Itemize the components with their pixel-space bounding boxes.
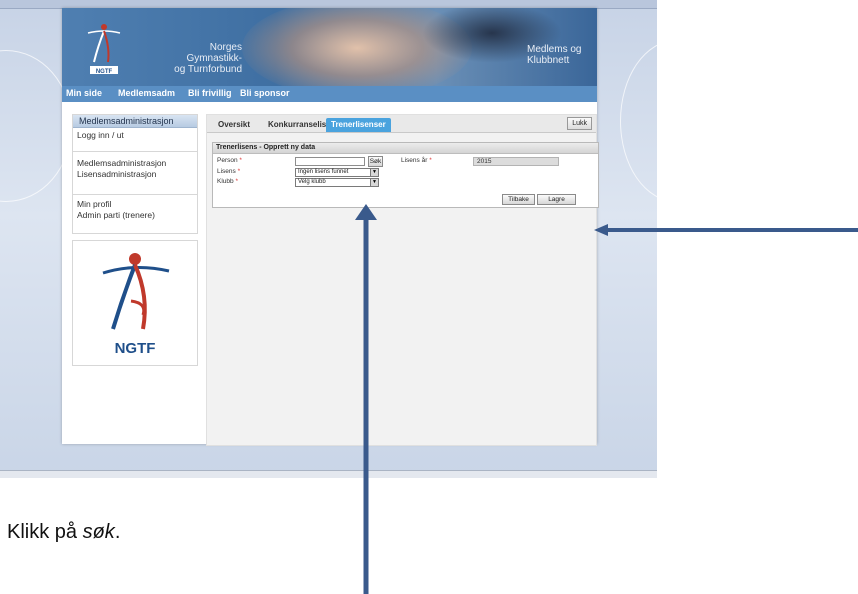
sidebar-login-box: Medlemsadministrasjon Logg inn / ut bbox=[72, 114, 198, 152]
lisens-year-field: 2015 bbox=[473, 157, 559, 166]
back-button[interactable]: Tilbake bbox=[502, 194, 535, 205]
save-button[interactable]: Lagre bbox=[537, 194, 576, 205]
nav-item-min-side[interactable]: Min side bbox=[66, 88, 102, 98]
lisens-select[interactable]: Ingen lisens funnet ▼ bbox=[295, 168, 379, 177]
tab-oversikt[interactable]: Oversikt bbox=[213, 118, 255, 132]
org-name-line2: og Turnforbund bbox=[174, 64, 242, 75]
klubb-select-value: Velg klubb bbox=[298, 179, 326, 185]
caption-emphasis: søk bbox=[82, 521, 115, 543]
nav-item-medlemsadm[interactable]: Medlemsadm bbox=[118, 88, 175, 98]
organization-name: Norges Gymnastikk- og Turnforbund bbox=[162, 42, 242, 75]
person-label: Person * bbox=[217, 157, 242, 164]
nav-item-bli-frivillig[interactable]: Bli frivillig bbox=[188, 88, 232, 98]
content-panel: Oversikt Konkurranselisenser Trenerlisen… bbox=[206, 114, 599, 446]
main-nav: Min side Medlemsadm Bli frivillig Bli sp… bbox=[62, 86, 597, 102]
org-name-line1: Norges Gymnastikk- bbox=[186, 42, 242, 64]
person-input[interactable] bbox=[295, 157, 365, 166]
close-button[interactable]: Lukk bbox=[567, 117, 592, 130]
search-button[interactable]: Søk bbox=[368, 156, 383, 167]
logo-text: NGTF bbox=[96, 69, 113, 75]
ngtf-logo-icon[interactable]: NGTF bbox=[84, 18, 124, 78]
site-tagline: Medlems og Klubbnett bbox=[527, 44, 581, 66]
site-header: NGTF Norges Gymnastikk- og Turnforbund M… bbox=[62, 8, 597, 86]
tab-trenerlisenser[interactable]: Trenerlisenser bbox=[326, 118, 391, 132]
klubb-select[interactable]: Velg klubb ▼ bbox=[295, 178, 379, 187]
klubb-label: Klubb * bbox=[217, 178, 238, 185]
arrow-up-icon bbox=[355, 204, 377, 594]
arrow-left-icon bbox=[594, 224, 858, 236]
trainer-license-form: Trenerlisens - Opprett ny data Person * … bbox=[212, 142, 599, 208]
screenshot: NGTF Norges Gymnastikk- og Turnforbund M… bbox=[0, 0, 657, 478]
lisens-label: Lisens * bbox=[217, 168, 241, 175]
sidebar-box-title: Medlemsadministrasjon bbox=[73, 115, 197, 128]
chevron-down-icon[interactable]: ▼ bbox=[370, 179, 378, 186]
lisens-select-value: Ingen lisens funnet bbox=[298, 169, 349, 175]
tab-bar: Oversikt Konkurranselisenser Trenerlisen… bbox=[207, 115, 596, 133]
tagline-line1: Medlems og bbox=[527, 44, 582, 55]
sidebar-link-min-profil[interactable]: Min profil bbox=[73, 199, 197, 210]
ngtf-large-logo-icon: NGTF bbox=[102, 253, 170, 357]
instruction-caption: Klikk på søk. bbox=[7, 521, 121, 543]
sidebar-admin-box: Medlemsadministrasjon Lisensadministrasj… bbox=[72, 151, 198, 195]
lisens-year-label: Lisens år * bbox=[401, 157, 432, 164]
sidebar-link-logg-inn[interactable]: Logg inn / ut bbox=[73, 128, 197, 141]
nav-item-bli-sponsor[interactable]: Bli sponsor bbox=[240, 88, 290, 98]
chevron-down-icon[interactable]: ▼ bbox=[370, 169, 378, 176]
sidebar-link-medlemsadministrasjon[interactable]: Medlemsadministrasjon bbox=[73, 158, 197, 169]
form-title: Trenerlisens - Opprett ny data bbox=[213, 143, 598, 154]
sidebar-logo-box: NGTF bbox=[72, 240, 198, 366]
browser-status-bar bbox=[0, 470, 657, 478]
sidebar-link-admin-parti[interactable]: Admin parti (trenere) bbox=[73, 210, 197, 221]
sidebar-link-lisensadministrasjon[interactable]: Lisensadministrasjon bbox=[73, 169, 197, 180]
sidebar-profile-box: Min profil Admin parti (trenere) bbox=[72, 194, 198, 234]
decorative-curve-right bbox=[620, 40, 657, 202]
large-logo-text: NGTF bbox=[115, 340, 156, 357]
tagline-line2: Klubbnett bbox=[527, 55, 570, 66]
